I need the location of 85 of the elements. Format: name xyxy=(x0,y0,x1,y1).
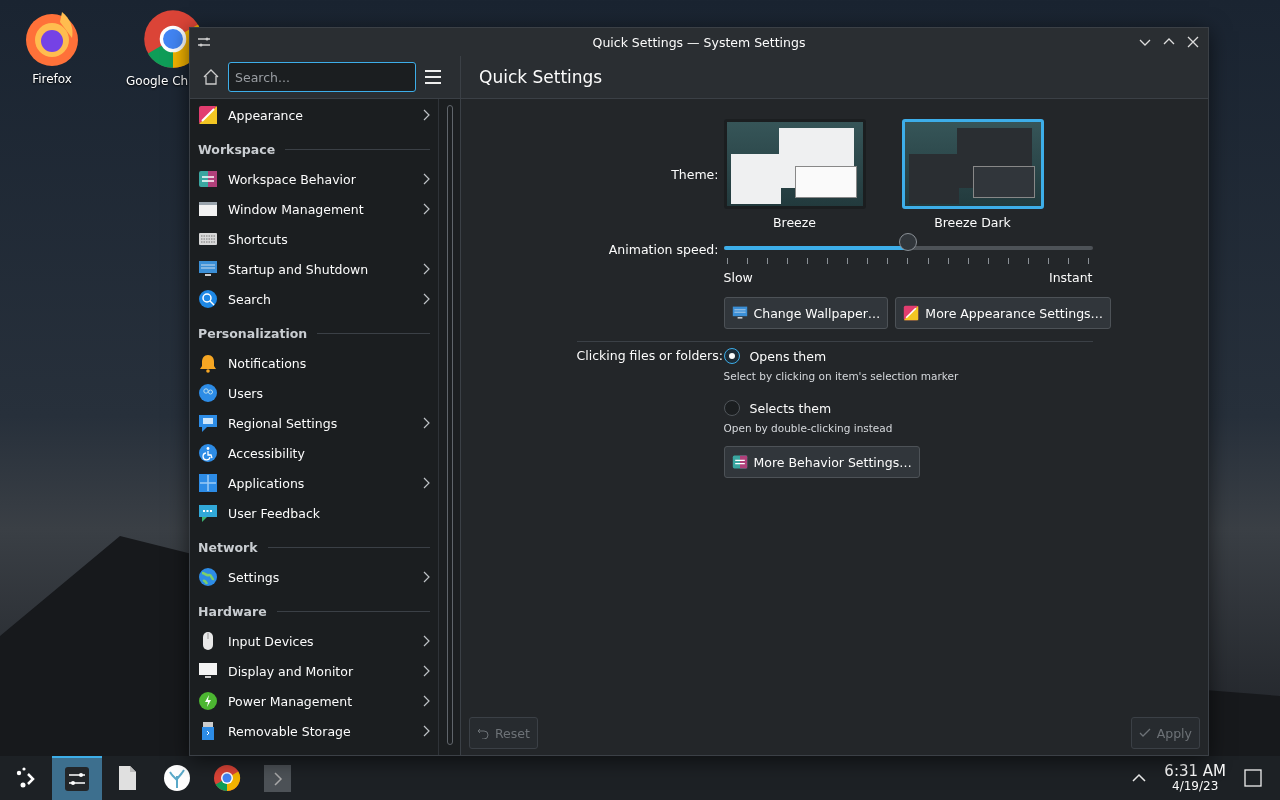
sidebar-item[interactable]: Search xyxy=(190,284,438,314)
settings-icon xyxy=(63,765,91,793)
accessibility-icon xyxy=(198,443,218,463)
radio-option[interactable]: Selects them xyxy=(723,400,1093,416)
monitor-icon xyxy=(198,661,218,681)
change-wallpaper-button[interactable]: Change Wallpaper… xyxy=(723,297,889,329)
speech-bubble-icon xyxy=(198,413,218,433)
chevron-right-icon xyxy=(423,417,430,429)
sidebar-item[interactable]: User Feedback xyxy=(190,498,438,528)
slider-max-label: Instant xyxy=(1049,270,1093,285)
monitor-icon xyxy=(731,305,748,321)
chevron-right-icon xyxy=(423,571,430,583)
section-heading: Hardware xyxy=(198,603,267,619)
sidebar-item[interactable]: Appearance xyxy=(190,100,438,130)
sidebar-item[interactable]: Startup and Shutdown xyxy=(190,254,438,284)
chrome-icon xyxy=(213,764,241,792)
sidebar-item[interactable]: Shortcuts xyxy=(190,224,438,254)
clock[interactable]: 6:31 AM 4/19/23 xyxy=(1164,763,1226,793)
slider-min-label: Slow xyxy=(723,270,753,285)
option-hint: Open by double-clicking instead xyxy=(723,422,894,434)
sidebar-item[interactable]: Settings xyxy=(190,562,438,592)
sidebar-item[interactable]: Window Management xyxy=(190,194,438,224)
radio-button[interactable] xyxy=(723,400,740,416)
chevron-right-icon xyxy=(423,203,430,215)
sidebar-item[interactable]: Display and Monitor xyxy=(190,656,438,686)
chevron-right-icon xyxy=(423,109,430,121)
theme-preview[interactable] xyxy=(723,119,866,209)
search-field[interactable]: Search... xyxy=(228,62,416,92)
chevron-right-icon xyxy=(423,665,430,677)
home-icon[interactable] xyxy=(202,68,220,86)
section-heading: Personalization xyxy=(198,325,308,341)
caret-up-icon[interactable] xyxy=(1132,773,1147,783)
sidebar-item[interactable]: Input Devices xyxy=(190,626,438,656)
lightning-icon xyxy=(198,691,218,711)
search-icon xyxy=(198,289,218,309)
show-desktop-icon[interactable] xyxy=(1244,769,1262,787)
page-title: Quick Settings xyxy=(479,67,603,87)
field-label: Theme: xyxy=(670,167,719,184)
theme-name: Breeze xyxy=(772,215,817,230)
monitor-icon xyxy=(198,259,218,279)
sliders-icon xyxy=(198,169,218,189)
option-hint: Select by clicking on item's selection marker xyxy=(723,370,960,382)
palette-icon xyxy=(903,305,920,321)
chevron-right-icon xyxy=(423,635,430,647)
bell-icon xyxy=(198,353,218,373)
field-label: Animation speed: xyxy=(607,242,719,259)
sidebar-item[interactable]: Users xyxy=(190,378,438,408)
chevron-right-icon xyxy=(423,293,430,305)
sidebar-item[interactable]: Applications xyxy=(190,468,438,498)
undo-icon xyxy=(477,727,489,739)
menu-icon[interactable] xyxy=(424,69,442,85)
desktop-icon-label[interactable]: Google Ch xyxy=(126,74,189,88)
window-icon xyxy=(198,199,218,219)
slider-track[interactable] xyxy=(723,246,1093,250)
window-title: Quick Settings — System Settings xyxy=(592,34,806,50)
radio-option[interactable]: Opens them xyxy=(723,348,1093,364)
scrollbar-thumb[interactable] xyxy=(446,105,453,745)
sidebar-item[interactable]: Regional Settings xyxy=(190,408,438,438)
globe-icon xyxy=(198,567,218,587)
theme-name: Breeze Dark xyxy=(934,215,1011,230)
checkmark-icon xyxy=(1138,727,1151,739)
section-heading: Workspace xyxy=(198,141,276,157)
chevron-right-icon xyxy=(423,695,430,707)
behavior-settings-button[interactable]: More Behavior Settings… xyxy=(723,446,920,478)
sidebar-item[interactable]: Notifications xyxy=(190,348,438,378)
appearance-settings-button[interactable]: More Appearance Settings… xyxy=(895,297,1112,329)
chat-icon xyxy=(198,503,218,523)
chevron-right-icon xyxy=(423,173,430,185)
grid-icon xyxy=(198,473,218,493)
slider-handle[interactable] xyxy=(899,233,917,251)
chevron-right-icon xyxy=(423,477,430,489)
sidebar-item[interactable]: Accessibility xyxy=(190,438,438,468)
chevron-right-icon xyxy=(423,263,430,275)
sidebar-item[interactable]: Removable Storage xyxy=(190,716,438,746)
sidebar-item[interactable]: Power Management xyxy=(190,686,438,716)
section-heading: Network xyxy=(198,539,258,555)
sidebar-item[interactable]: Workspace Behavior xyxy=(190,164,438,194)
sliders-icon xyxy=(731,454,748,470)
radio-button[interactable] xyxy=(723,348,740,364)
taskbar-task[interactable] xyxy=(52,756,102,800)
palette-icon xyxy=(198,105,218,125)
users-icon xyxy=(198,383,218,403)
terminal-icon xyxy=(263,764,291,792)
desktop-icon-label[interactable]: Firefox xyxy=(32,72,72,86)
chevron-right-icon xyxy=(423,725,430,737)
